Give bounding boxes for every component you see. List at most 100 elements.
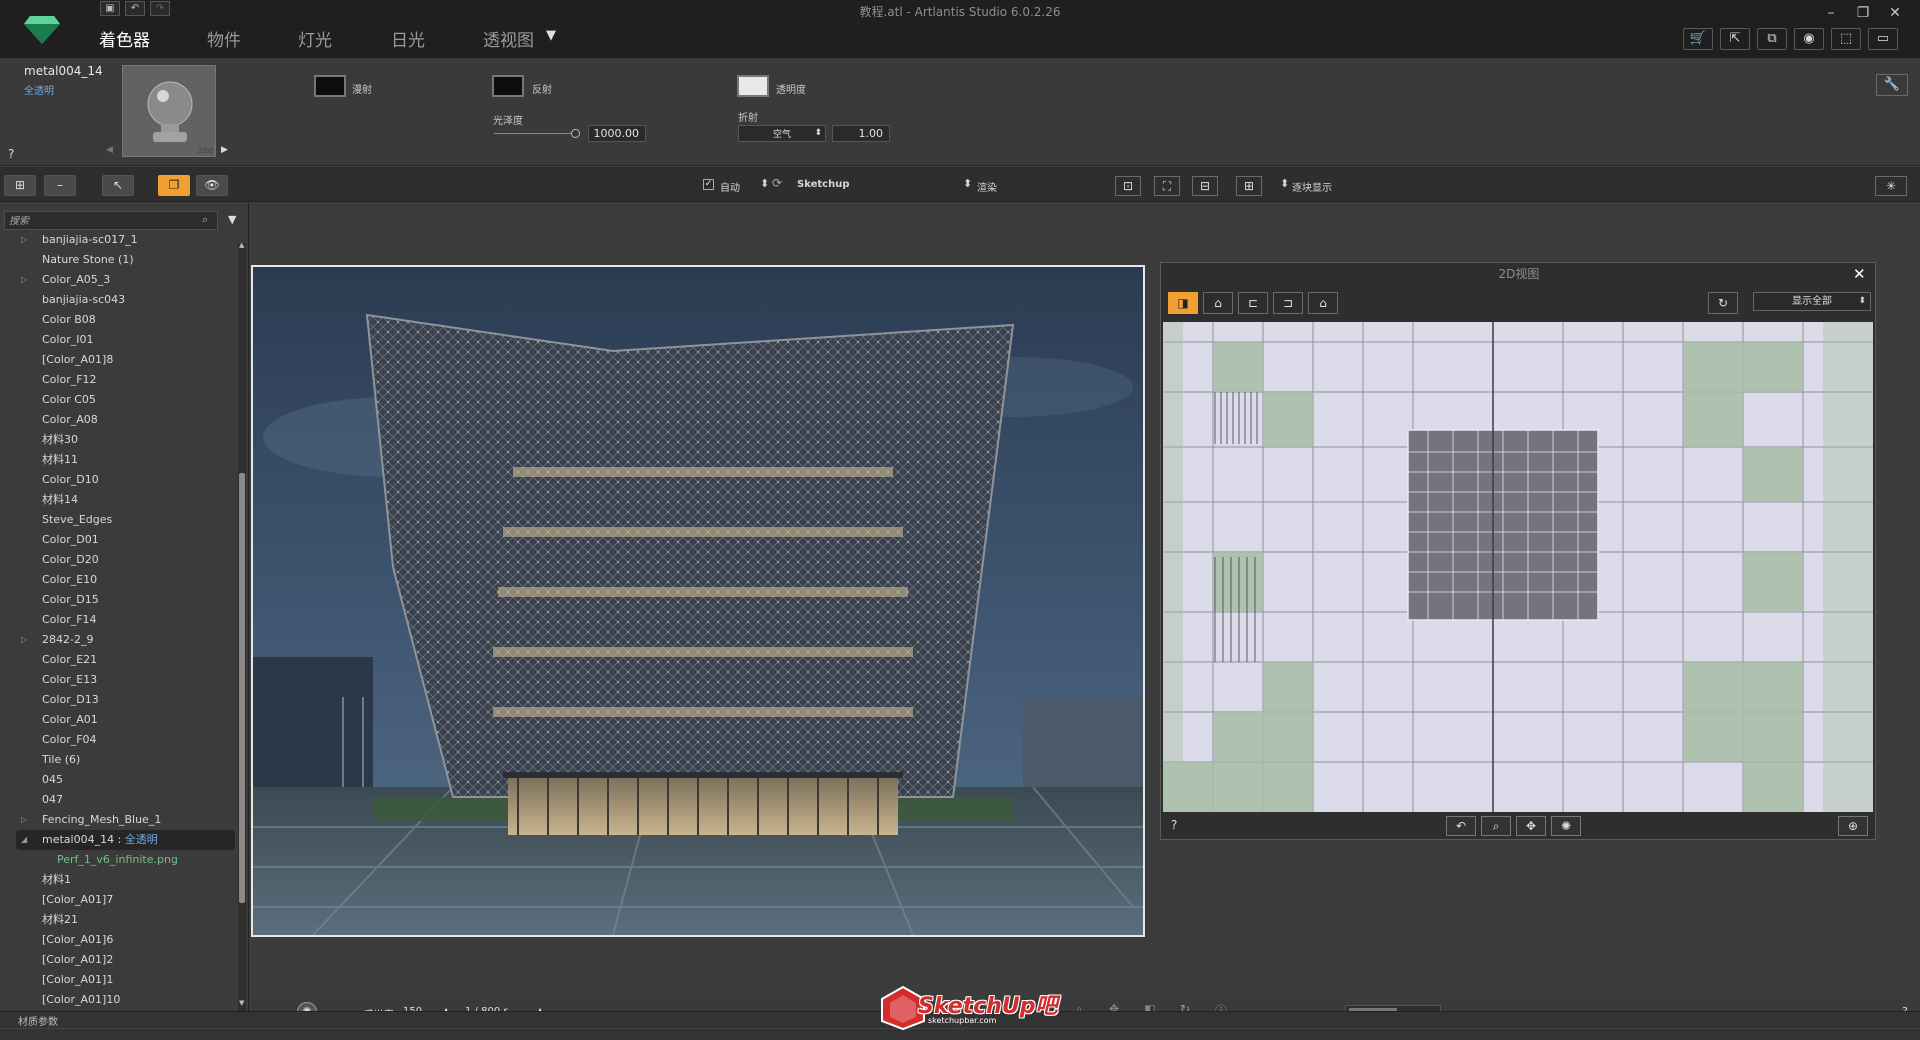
sidebar-item[interactable]: [Color_A01]1 bbox=[0, 970, 238, 990]
2d-zoom-icon[interactable]: ⌕ bbox=[1481, 816, 1511, 836]
expand-arrow-icon[interactable]: ▷ bbox=[21, 810, 27, 830]
tab-objects[interactable]: 物件 bbox=[207, 26, 241, 51]
sidebar-item[interactable]: 材料21 bbox=[0, 910, 238, 930]
sidebar-item[interactable]: ▷ Fencing_Mesh_Blue_1 bbox=[0, 810, 238, 830]
side-view-icon[interactable]: ⊐ bbox=[1273, 292, 1303, 314]
sidebar-item[interactable]: ▷ 2842-2_9 bbox=[0, 630, 238, 650]
front-view-icon[interactable]: ⊏ bbox=[1238, 292, 1268, 314]
sidebar-item[interactable]: Color_D10 bbox=[0, 470, 238, 490]
auto-checkbox[interactable]: ✓ bbox=[703, 179, 714, 190]
tab-shaders[interactable]: 着色器 bbox=[99, 26, 150, 51]
scroll-down-icon[interactable]: ▼ bbox=[239, 999, 244, 1007]
engine-select-arrows-icon[interactable]: ⬍ bbox=[760, 177, 769, 190]
light-preview-icon[interactable]: ✳ bbox=[1875, 176, 1907, 196]
sidebar-item[interactable]: 材料11 bbox=[0, 450, 238, 470]
sidebar-item[interactable]: 047 bbox=[0, 790, 238, 810]
sidebar-item[interactable]: Color C05 bbox=[0, 390, 238, 410]
close-2d-view-icon[interactable]: ✕ bbox=[1853, 265, 1866, 283]
sidebar-item[interactable]: ▷ banjiajia-sc017_1 bbox=[0, 230, 238, 250]
sidebar-item[interactable]: Color_F12 bbox=[0, 370, 238, 390]
expand-arrow-icon[interactable]: ▷ bbox=[21, 230, 27, 250]
transparency-color-swatch[interactable] bbox=[737, 75, 769, 97]
sidebar-item[interactable]: [Color_A01]6 bbox=[0, 930, 238, 950]
gloss-slider-track[interactable] bbox=[494, 133, 578, 134]
tab-lights[interactable]: 灯光 bbox=[298, 26, 332, 51]
windows-icon[interactable]: ⧉ bbox=[1757, 28, 1787, 50]
expand-arrow-icon[interactable]: ▷ bbox=[21, 630, 27, 650]
sidebar-item[interactable]: Color_A01 bbox=[0, 710, 238, 730]
sidebar-item[interactable]: Color_A08 bbox=[0, 410, 238, 430]
perspective-view-icon[interactable]: ⌂ bbox=[1308, 292, 1338, 314]
sidebar-item[interactable]: ▷ Color_A05_3 bbox=[0, 270, 238, 290]
tools-wrench-icon[interactable]: 🔧 bbox=[1876, 74, 1908, 96]
prev-thumbnail-icon[interactable]: ◀ bbox=[106, 145, 113, 155]
sidebar-item[interactable]: Color_F14 bbox=[0, 610, 238, 630]
display-select-arrows-icon[interactable]: ⬍ bbox=[1280, 177, 1289, 190]
sidebar-item[interactable]: 材料1 bbox=[0, 870, 238, 890]
expand-arrow-icon[interactable]: ▷ bbox=[21, 270, 27, 290]
display-all-select[interactable]: 显示全部 ⬍ bbox=[1753, 292, 1871, 311]
close-window-icon[interactable]: ✕ bbox=[1882, 2, 1908, 24]
sidebar-item[interactable]: Color_D13 bbox=[0, 690, 238, 710]
help-button[interactable]: ? bbox=[8, 147, 14, 161]
next-thumbnail-icon[interactable]: ▶ bbox=[221, 145, 228, 155]
2d-plan-canvas[interactable] bbox=[1163, 322, 1873, 812]
camera-icon[interactable]: ◉ bbox=[1794, 28, 1824, 50]
collapse-arrow-icon[interactable]: ◢ bbox=[21, 830, 27, 850]
sidebar-item[interactable]: Color_D15 bbox=[0, 590, 238, 610]
add-shader-button[interactable]: ⊞ bbox=[4, 175, 36, 196]
gloss-slider-handle[interactable] bbox=[571, 129, 580, 138]
2d-center-icon[interactable]: ⊕ bbox=[1838, 816, 1868, 836]
gloss-value-field[interactable]: 1000.00 bbox=[588, 125, 646, 142]
console-icon[interactable]: ▭ bbox=[1868, 28, 1898, 50]
2d-pan-icon[interactable]: ✥ bbox=[1516, 816, 1546, 836]
export-icon[interactable]: ⇱ bbox=[1720, 28, 1750, 50]
cart-icon[interactable]: 🛒 bbox=[1683, 28, 1713, 50]
search-input[interactable]: 搜索 bbox=[4, 211, 218, 230]
search-icon[interactable]: ⌕ bbox=[202, 213, 208, 227]
tab-perspective[interactable]: 透视图 bbox=[483, 26, 534, 51]
remove-shader-button[interactable]: – bbox=[44, 175, 76, 196]
viewport-region-icon[interactable]: ⊡ bbox=[1115, 176, 1141, 196]
sidebar-item[interactable]: Color B08 bbox=[0, 310, 238, 330]
sidebar-item[interactable]: Perf_1_v6_infinite.png bbox=[0, 850, 238, 870]
sidebar-item[interactable]: 045 bbox=[0, 770, 238, 790]
refraction-medium-select[interactable]: 空气 ⬍ bbox=[738, 125, 826, 142]
restore-icon[interactable]: ❐ bbox=[1850, 2, 1876, 24]
engine-label[interactable]: Sketchup bbox=[797, 179, 849, 190]
filter-dropdown-icon[interactable]: ▼ bbox=[228, 213, 236, 226]
display-mode-label[interactable]: 逐块显示 bbox=[1292, 179, 1332, 194]
minimize-icon[interactable]: – bbox=[1818, 2, 1844, 24]
select-pointer-button[interactable]: ↖ bbox=[102, 175, 134, 196]
viewport-fit-icon[interactable]: ⛶ bbox=[1154, 176, 1180, 196]
refraction-value-field[interactable]: 1.00 bbox=[832, 125, 890, 142]
sidebar-item[interactable]: Color_D20 bbox=[0, 550, 238, 570]
viewport-grid-icon[interactable]: ⊞ bbox=[1236, 176, 1262, 196]
sidebar-item[interactable]: Steve_Edges bbox=[0, 510, 238, 530]
sidebar-item[interactable]: [Color_A01]10 bbox=[0, 990, 238, 1010]
sidebar-item[interactable]: [Color_A01]8 bbox=[0, 350, 238, 370]
rotate-view-icon[interactable]: ↻ bbox=[1708, 292, 1738, 314]
sidebar-item[interactable]: 材料30 bbox=[0, 430, 238, 450]
render-label[interactable]: 渲染 bbox=[977, 179, 997, 194]
2d-help-button[interactable]: ? bbox=[1171, 818, 1177, 832]
sidebar-item[interactable]: Color_I01 bbox=[0, 330, 238, 350]
viewport-frame-icon[interactable]: ⊟ bbox=[1192, 176, 1218, 196]
tab-sunlight[interactable]: 日光 bbox=[391, 26, 425, 51]
sidebar-item[interactable]: Nature Stone (1) bbox=[0, 250, 238, 270]
home-view-icon[interactable]: ⌂ bbox=[1203, 292, 1233, 314]
top-view-icon[interactable]: ◨ bbox=[1168, 292, 1198, 314]
sidebar-item[interactable]: Color_E10 bbox=[0, 570, 238, 590]
visibility-eye-toggle[interactable]: 👁 bbox=[196, 175, 228, 196]
sidebar-item[interactable]: 材料14 bbox=[0, 490, 238, 510]
sidebar-item[interactable]: Color_E13 bbox=[0, 670, 238, 690]
2d-undo-icon[interactable]: ↶ bbox=[1446, 816, 1476, 836]
sketchup-sync-icon[interactable]: ⟳ bbox=[772, 176, 782, 190]
crop-icon[interactable]: ⬚ bbox=[1831, 28, 1861, 50]
sidebar-item[interactable]: Tile (6) bbox=[0, 750, 238, 770]
shader-layers-toggle[interactable]: ❐ bbox=[158, 175, 190, 196]
material-preview-thumbnail[interactable]: 26d bbox=[122, 65, 216, 157]
sidebar-item[interactable]: banjiajia-sc043 bbox=[0, 290, 238, 310]
sidebar-item[interactable]: [Color_A01]7 bbox=[0, 890, 238, 910]
sidebar-item[interactable]: ◢ metal004_14 : 全透明 bbox=[16, 830, 235, 850]
